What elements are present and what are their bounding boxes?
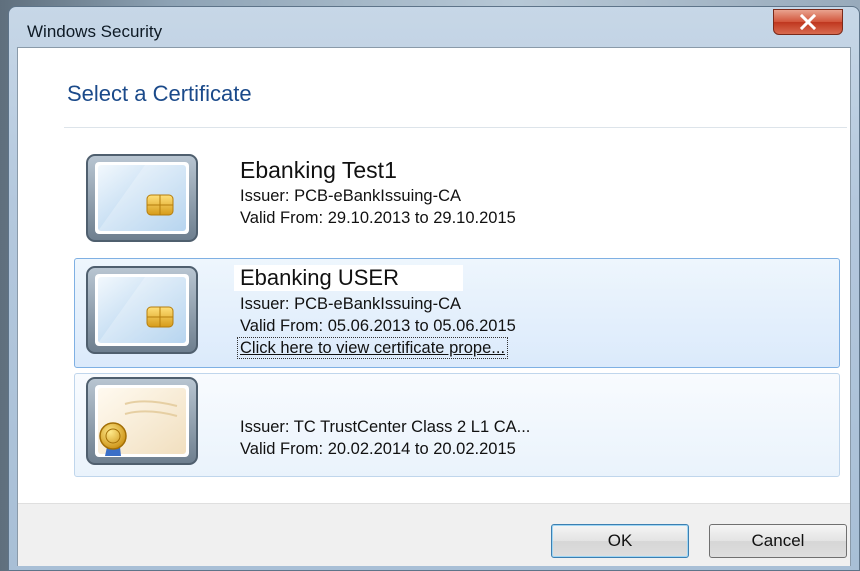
certificate-seal-icon [85,376,199,466]
button-bar: OK Cancel [18,503,850,566]
certificate-issuer: Issuer: PCB-eBankIssuing-CA [240,295,462,313]
smartcard-chip-icon [85,153,199,243]
close-icon [799,14,817,30]
certificate-issuer: Issuer: TC TrustCenter Class 2 L1 CA... [240,418,531,436]
windows-security-dialog: Windows Security Select a Certificate Eb… [8,6,860,571]
page-title: Select a Certificate [67,81,252,106]
cancel-button[interactable]: Cancel [709,524,847,558]
certificate-name: Ebanking USER [234,265,463,291]
certificate-item-trustcenter[interactable]: Issuer: TC TrustCenter Class 2 L1 CA... … [74,373,840,477]
certificate-item-ebanking-user[interactable]: Ebanking USER Issuer: PCB-eBankIssuing-C… [74,258,840,368]
certificate-item-ebanking-test1[interactable]: Ebanking Test1 Issuer: PCB-eBankIssuing-… [74,146,840,256]
dialog-content: Select a Certificate Ebanking Test1 Issu… [17,47,851,566]
ok-button[interactable]: OK [551,524,689,558]
heading-divider [64,127,847,128]
smartcard-chip-icon [85,265,199,355]
certificate-validity: Valid From: 05.06.2013 to 05.06.2015 [240,317,516,335]
certificate-validity: Valid From: 20.02.2014 to 20.02.2015 [240,440,516,458]
window-title: Windows Security [27,22,163,41]
certificate-validity: Valid From: 29.10.2013 to 29.10.2015 [240,209,516,227]
view-certificate-properties-link[interactable]: Click here to view certificate prope... [237,337,509,359]
close-button[interactable] [773,9,843,35]
certificate-name: Ebanking Test1 [240,157,397,183]
certificate-issuer: Issuer: PCB-eBankIssuing-CA [240,187,462,205]
title-bar[interactable]: Windows Security [9,7,859,49]
